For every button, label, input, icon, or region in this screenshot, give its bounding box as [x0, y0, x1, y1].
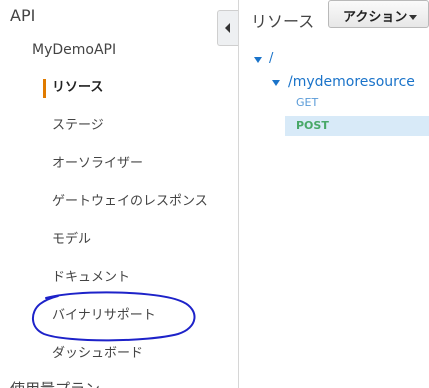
sidebar-item-stages[interactable]: ステージ — [52, 117, 104, 135]
sidebar-item-models[interactable]: モデル — [52, 231, 91, 249]
collapse-sidebar-button[interactable] — [217, 10, 238, 46]
tree-node-root[interactable]: / — [269, 50, 273, 68]
method-get[interactable]: GET — [296, 96, 318, 109]
actions-dropdown-button[interactable]: アクション — [328, 0, 429, 28]
method-post[interactable]: POST — [296, 119, 329, 132]
method-post-row-selected[interactable]: POST — [285, 116, 429, 136]
sidebar-item-documentation[interactable]: ドキュメント — [52, 269, 130, 287]
sidebar-item-authorizers[interactable]: オーソライザー — [52, 155, 143, 173]
sidebar-item-dashboard[interactable]: ダッシュボード — [52, 345, 143, 363]
chevron-left-icon — [225, 23, 230, 33]
panel-title: リソース — [251, 12, 315, 31]
sidebar-section-title[interactable]: API — [10, 6, 35, 25]
actions-label: アクション — [343, 10, 408, 25]
caret-down-icon[interactable] — [272, 80, 280, 86]
sidebar-divider — [238, 0, 239, 388]
api-name[interactable]: MyDemoAPI — [32, 42, 116, 58]
caret-down-icon — [409, 15, 418, 20]
sidebar-item-binary-support[interactable]: バイナリサポート — [52, 307, 156, 325]
sidebar-item-usage-plans[interactable]: 使用量プラン — [10, 380, 100, 388]
api-gateway-console: API MyDemoAPI リソース ステージ オーソライザー ゲートウェイのレ… — [0, 0, 429, 388]
sidebar: API MyDemoAPI リソース ステージ オーソライザー ゲートウェイのレ… — [0, 0, 238, 388]
tree-node-mydemoresource[interactable]: /mydemoresource — [288, 73, 415, 91]
sidebar-item-gateway-responses[interactable]: ゲートウェイのレスポンス — [52, 193, 208, 211]
sidebar-item-resources[interactable]: リソース — [52, 79, 103, 97]
active-indicator — [43, 79, 46, 98]
caret-down-icon[interactable] — [254, 57, 262, 63]
